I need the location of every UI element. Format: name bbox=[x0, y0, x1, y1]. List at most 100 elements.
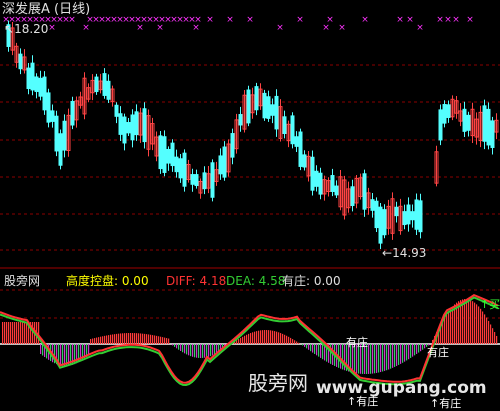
histogram-bar bbox=[212, 344, 214, 356]
histogram-bar bbox=[104, 335, 106, 344]
histogram-bar bbox=[418, 344, 420, 353]
histogram-bar bbox=[166, 338, 168, 344]
histogram-bar bbox=[302, 344, 304, 346]
candle-body bbox=[118, 113, 123, 135]
histogram-bar bbox=[154, 335, 156, 344]
candle-body bbox=[490, 120, 495, 148]
histogram-bar bbox=[204, 344, 206, 358]
signal-marker: × bbox=[206, 15, 214, 25]
watermark-cn: 股旁网 bbox=[248, 371, 308, 395]
candle-body bbox=[262, 92, 267, 119]
candle-body bbox=[382, 209, 387, 236]
histogram-bar bbox=[130, 333, 132, 344]
histogram-bar bbox=[298, 342, 300, 344]
candle-body bbox=[486, 108, 491, 146]
histogram-bar bbox=[422, 344, 424, 350]
histogram-bar bbox=[112, 334, 114, 344]
candle-body bbox=[142, 108, 147, 143]
histogram-bar bbox=[182, 344, 184, 353]
candle-body bbox=[466, 114, 471, 131]
zhuang-annotation: 有庄 bbox=[346, 336, 368, 349]
candle-body bbox=[418, 200, 423, 233]
candle-body bbox=[330, 175, 335, 192]
histogram-bar bbox=[406, 344, 408, 361]
histogram-bar bbox=[466, 299, 468, 344]
histogram-bar bbox=[100, 336, 102, 344]
signal-marker: × bbox=[444, 15, 452, 25]
histogram-bar bbox=[120, 333, 122, 344]
histogram-bar bbox=[386, 344, 388, 371]
histogram-bar bbox=[444, 317, 446, 344]
histogram-bar bbox=[20, 322, 22, 344]
candle-body bbox=[162, 136, 167, 173]
candle-body bbox=[438, 109, 443, 141]
histogram-bar bbox=[304, 344, 306, 347]
histogram-bar bbox=[416, 344, 418, 354]
histogram-bar bbox=[402, 344, 404, 363]
histogram-bar bbox=[150, 334, 152, 344]
histogram-bar bbox=[288, 336, 290, 344]
histogram-bar bbox=[196, 344, 198, 358]
candle-body bbox=[222, 146, 227, 178]
histogram-bar bbox=[134, 333, 136, 344]
source-label: 股旁网 bbox=[4, 274, 41, 288]
histogram-bar bbox=[176, 344, 178, 349]
candle-body bbox=[106, 80, 111, 100]
histogram-bar bbox=[390, 344, 392, 369]
histogram-bar bbox=[110, 334, 112, 344]
signal-marker: × bbox=[452, 15, 460, 25]
candle-body bbox=[114, 104, 119, 117]
histogram-bar bbox=[270, 330, 272, 344]
histogram-bar bbox=[246, 334, 248, 344]
histogram-bar bbox=[146, 334, 148, 344]
histogram-bar bbox=[160, 336, 162, 344]
candle-body bbox=[54, 115, 59, 152]
histogram-bar bbox=[194, 344, 196, 358]
zhuang-annotation: 有庄 bbox=[427, 346, 449, 359]
signal-marker: × bbox=[416, 23, 424, 33]
signal-marker: × bbox=[276, 23, 284, 33]
candle-body bbox=[370, 199, 375, 211]
histogram-bar bbox=[474, 302, 476, 344]
histogram-bar bbox=[492, 328, 494, 344]
histogram-bar bbox=[484, 314, 486, 344]
histogram-bar bbox=[340, 344, 342, 369]
low-price-label: ←14.93 bbox=[382, 246, 427, 260]
histogram-bar bbox=[180, 344, 182, 351]
histogram-bar bbox=[256, 331, 258, 344]
histogram-bar bbox=[202, 344, 204, 358]
candle-body bbox=[30, 62, 35, 91]
signal-marker: × bbox=[322, 23, 330, 33]
histogram-bar bbox=[190, 344, 192, 357]
histogram-bar bbox=[98, 337, 100, 344]
candle-body bbox=[50, 110, 55, 122]
signal-marker: × bbox=[396, 15, 404, 25]
histogram-bar bbox=[290, 337, 292, 344]
watermark-url: www.gupang.com bbox=[316, 378, 487, 398]
candle-body bbox=[178, 158, 183, 179]
candle-body bbox=[218, 155, 223, 175]
signal-marker: × bbox=[48, 23, 56, 33]
histogram-bar bbox=[294, 340, 296, 344]
histogram-bar bbox=[450, 308, 452, 344]
histogram-bar bbox=[396, 344, 398, 366]
histogram-bar bbox=[372, 344, 374, 374]
chart-title: 深发展A (日线) bbox=[2, 2, 91, 17]
histogram-bar bbox=[296, 341, 298, 344]
histogram-bar bbox=[60, 344, 62, 366]
histogram-bar bbox=[184, 344, 186, 354]
histogram-bar bbox=[286, 335, 288, 344]
histogram-bar bbox=[250, 333, 252, 344]
histogram-bar bbox=[238, 339, 240, 344]
histogram-bar bbox=[102, 336, 104, 344]
histogram-bar bbox=[368, 344, 370, 374]
candle-body bbox=[294, 136, 299, 147]
signal-marker: × bbox=[361, 15, 369, 25]
histogram-bar bbox=[490, 324, 492, 344]
candle-body bbox=[462, 108, 467, 132]
histogram-bar bbox=[38, 322, 40, 344]
histogram-bar bbox=[280, 333, 282, 344]
histogram-bar bbox=[488, 320, 490, 344]
candle-body bbox=[26, 67, 31, 90]
histogram-bar bbox=[214, 344, 216, 355]
